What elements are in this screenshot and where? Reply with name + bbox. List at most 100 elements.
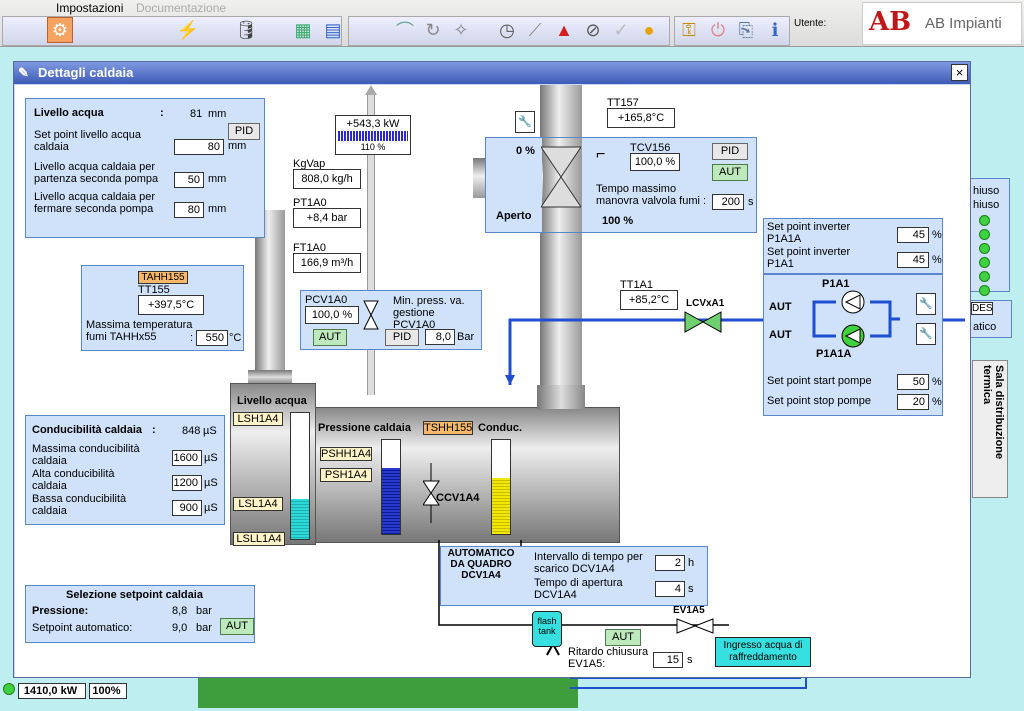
sala-distribuzione-tab[interactable]: Sala distribuzione termica [972,360,1008,498]
oil-can-icon[interactable]: 🛢 [233,17,259,43]
pcv-label: Min. press. va. gestione PCV1A0 [393,295,465,331]
ev1a5-valve-icon[interactable] [675,617,715,635]
max-conductivity-input[interactable]: 1600 [172,450,202,466]
pumps-panel: P1A1 AUT AUT P1A1A 🔧 🔧 Set point start p… [763,274,943,416]
total-power-percent: 100% [89,683,127,699]
bg-chiuso-2: hiuso [973,199,1000,211]
pcv-setpoint-input[interactable]: 8,0 [425,329,455,345]
setpoint-level-input[interactable]: 80 [174,139,224,155]
settings-gear-icon[interactable]: ⚙ [47,17,73,43]
info-icon[interactable]: ℹ [762,17,788,43]
pcv-pid-button[interactable]: PID [385,329,419,346]
alarm-warning-icon[interactable]: ▲ [551,17,577,43]
logo-text: AB Impianti [925,15,1002,32]
smoke-time-label: Tempo massimo manovra valvola fumi : [596,183,707,207]
cooling-water-inlet: Ingresso acqua di raffreddamento [715,637,811,667]
tcv156-aut-button[interactable]: AUT [712,164,748,181]
power-value: +543,3 kW [346,118,400,130]
low-conductivity-input[interactable]: 900 [172,500,202,516]
setpoint-aut-button[interactable]: AUT [220,618,254,635]
pcv-unit: Bar [457,331,475,343]
tcv156-value: 100,0 % [630,153,680,171]
setpoint-auto-label: Setpoint automatico: [32,622,133,634]
smoke-valve-percent-left: 0 % [516,145,535,157]
pump-start-unit: % [932,376,942,388]
pump2-wrench-icon[interactable]: 🔧 [916,323,936,345]
high-conductivity-input[interactable]: 1200 [172,475,202,491]
water-level-colon: : [160,107,164,119]
tt155-max-label: Massima temperatura fumi TAHHx55 [86,319,193,343]
inverter-b-input[interactable]: 45 [897,252,929,268]
setpoint-auto-unit: bar [196,622,212,634]
max-conductivity-unit: µS [204,452,218,464]
boiler-details-window: ✎ Dettagli caldaia × Livello acqua LSH1A… [13,61,971,678]
setpoint-level-label: Set point livello acqua caldaia [34,129,142,153]
conductivity-unit: µS [203,425,217,437]
refresh-icon[interactable]: ↻ [420,17,446,43]
discharge-interval-input[interactable]: 2 [655,555,685,571]
pump-start-input[interactable]: 50 [897,374,929,390]
pcv-aut-button[interactable]: AUT [313,329,347,346]
pump-stop-unit: % [932,396,942,408]
company-logo: AB AB Impianti [862,2,1022,45]
start-pump-label: Livello acqua caldaia per partenza secon… [34,161,159,185]
wrench-icon[interactable]: ⟋ [522,17,548,43]
close-button[interactable]: × [951,64,968,81]
smoke-butterfly-valve-icon[interactable] [541,137,581,227]
smoke-valve-panel: 0 % ⌐ TCV156 100,0 % PID AUT Tempo massi… [485,137,757,233]
stop-pump-unit: mm [208,203,227,215]
stop-pump-input[interactable]: 80 [174,202,204,218]
tt155-max-input[interactable]: 550 [196,330,228,346]
tt155-panel: TAHH155 TT155 +397,5°C Massima temperatu… [81,265,244,351]
pshh-tag: PSHH1A4 [320,447,372,461]
tcv156-pid-button[interactable]: PID [712,143,748,160]
level-bar [290,412,310,540]
stop-icon[interactable]: ⏻ [705,17,731,43]
ev1a5-delay-input[interactable]: 15 [653,652,683,668]
ev1a5-delay-label: Ritardo chiusura EV1A5: [568,646,649,670]
network-icon[interactable]: ⎘ [733,17,759,43]
smoke-valve-state: Aperto [496,210,532,222]
pump-start-label: Set point start pompe [767,375,872,387]
lcv-valve-icon[interactable] [683,310,723,334]
ev1a5-delay-unit: s [687,654,693,666]
pipe-icon[interactable]: ⌒ [392,17,418,43]
pcv-valve-icon[interactable] [363,299,379,331]
pump2-aut-label: AUT [769,329,792,341]
mute-icon[interactable]: ⊘ [580,17,606,43]
pump-stop-input[interactable]: 20 [897,394,929,410]
pcv-value: 100,0 % [305,306,359,324]
pump1-wrench-icon[interactable]: 🔧 [916,293,936,315]
setpoint-pressure-unit: bar [196,605,212,617]
setpoint-pressure-label: Pressione: [32,605,89,617]
inverter-a-input[interactable]: 45 [897,227,929,243]
smoke-time-input[interactable]: 200 [712,194,744,210]
ev1a5-aut-button[interactable]: AUT [605,629,641,646]
tahh155-tag: TAHH155 [138,271,188,284]
discharge-open-unit: s [688,583,694,595]
low-conductivity-label: Bassa conducibilità caldaia [32,493,127,517]
menu-settings[interactable]: Impostazioni [56,1,123,15]
smoke-damper-icon: ⌐ [596,146,606,163]
document-icon[interactable]: ▤ [320,17,346,43]
setpoint-selection-panel: Selezione setpoint caldaia Pressione: 8,… [25,585,255,643]
tools-icon[interactable]: ✧ [448,17,474,43]
wrench-maintenance-icon[interactable]: 🔧 [515,111,535,133]
power-bar [338,131,408,141]
ack-icon[interactable]: ● [636,17,662,43]
window-titlebar[interactable]: ✎ Dettagli caldaia [14,62,970,84]
chart-icon[interactable]: ▦ [290,17,316,43]
window-title: Dettagli caldaia [38,65,134,80]
discharge-auto-label: AUTOMATICO DA QUADRO DCV1A4 [447,548,515,581]
water-level-pid-button[interactable]: PID [228,123,260,140]
menu-docs[interactable]: Documentazione [136,1,226,15]
clock-icon[interactable]: ◷ [494,17,520,43]
electric-hazard-icon[interactable]: ⚡ [175,17,201,43]
discharge-open-input[interactable]: 4 [655,581,685,597]
start-pump-input[interactable]: 50 [174,172,204,188]
key-icon[interactable]: ⚿ [676,17,702,43]
checkmark-icon[interactable]: ✓ [608,17,634,43]
smoke-time-unit: s [748,196,754,208]
max-conductivity-label: Massima conducibilità caldaia [32,443,140,467]
pressure-bar [381,439,401,535]
